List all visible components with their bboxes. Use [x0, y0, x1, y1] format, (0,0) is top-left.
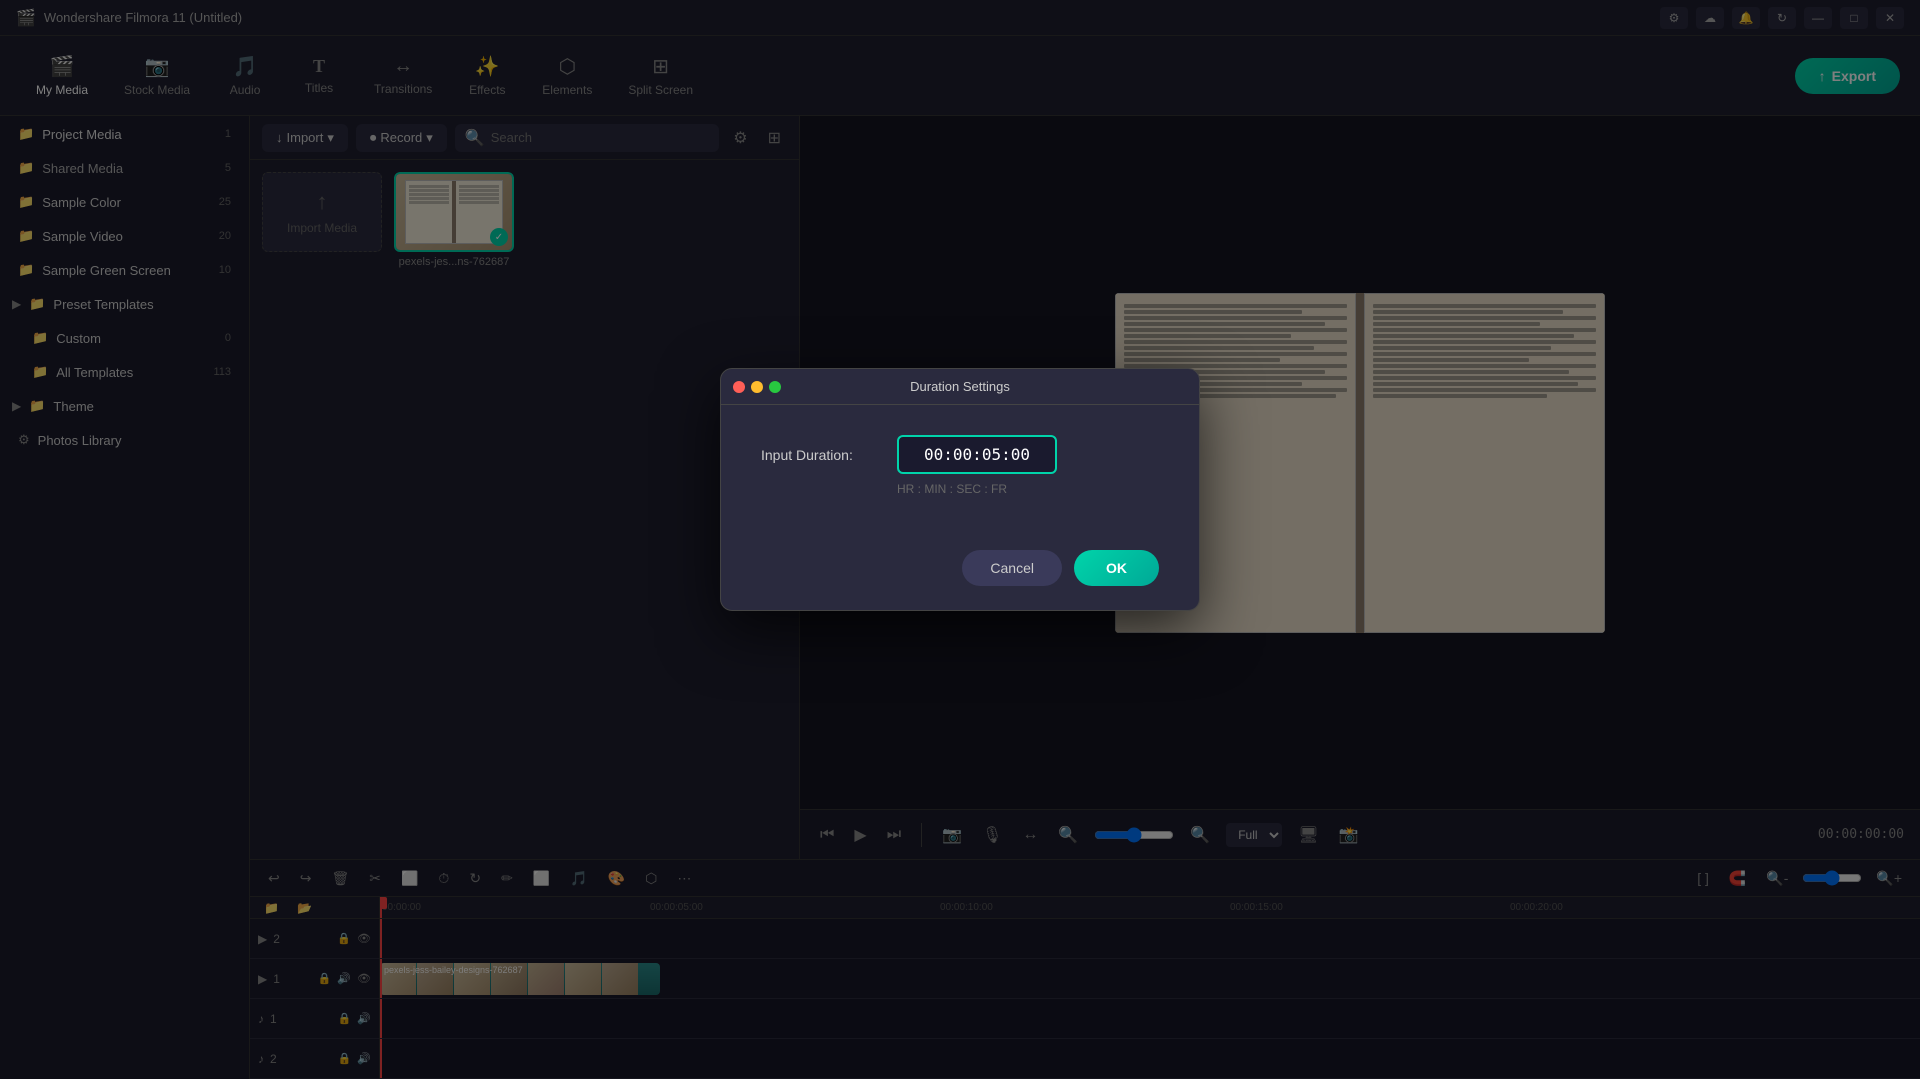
duration-settings-modal: Duration Settings Input Duration: HR : M…: [720, 368, 1200, 611]
modal-maximize-dot[interactable]: [769, 381, 781, 393]
modal-titlebar: Duration Settings: [721, 369, 1199, 405]
modal-overlay: Duration Settings Input Duration: HR : M…: [0, 0, 1920, 1079]
modal-minimize-dot[interactable]: [751, 381, 763, 393]
modal-title: Duration Settings: [910, 379, 1010, 394]
modal-close-dot[interactable]: [733, 381, 745, 393]
modal-body: Input Duration: HR : MIN : SEC : FR: [721, 405, 1199, 550]
modal-label: Input Duration:: [761, 447, 881, 463]
modal-footer: Cancel OK: [721, 550, 1199, 610]
modal-input-row: Input Duration:: [761, 435, 1159, 474]
cancel-button[interactable]: Cancel: [962, 550, 1062, 586]
ok-button[interactable]: OK: [1074, 550, 1159, 586]
duration-input[interactable]: [897, 435, 1057, 474]
duration-hint: HR : MIN : SEC : FR: [897, 482, 1159, 496]
